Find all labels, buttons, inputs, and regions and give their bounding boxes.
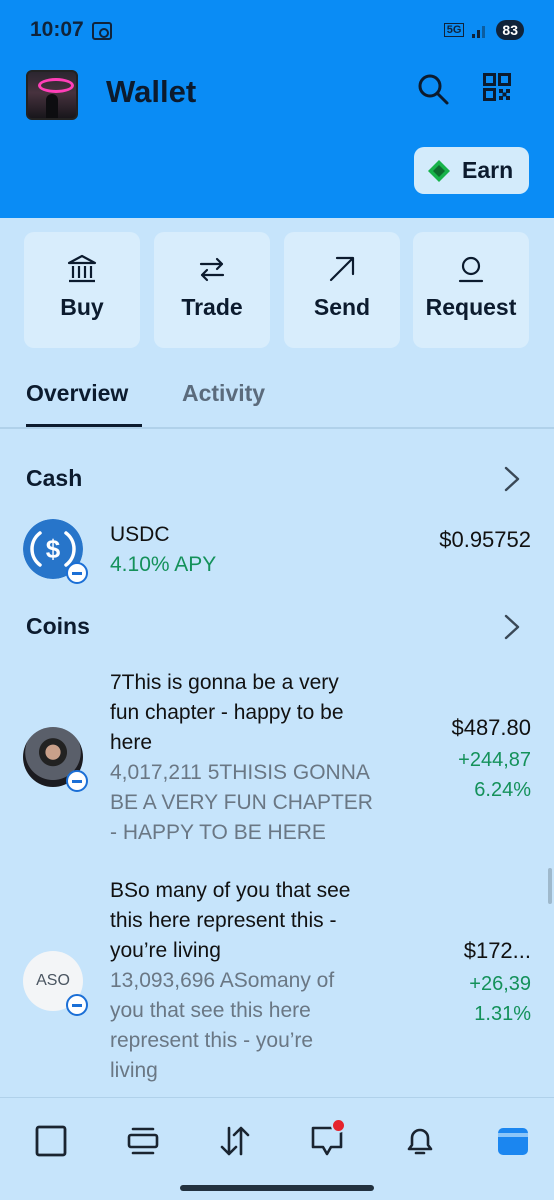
coin-subtitle-line: 4,017,211 5THISIS GONNA: [110, 761, 370, 784]
network-type-label: 5G: [443, 23, 465, 37]
coin-change: +26,39 1.31%: [469, 969, 531, 1029]
earn-diamond-icon: [428, 159, 450, 182]
coin-subtitle: 13,093,696 ASomany of you that see this …: [110, 966, 405, 1086]
coin-change-amount: +26,39: [469, 973, 531, 995]
notification-dot: [331, 1118, 346, 1133]
trade-button[interactable]: Trade: [154, 232, 270, 348]
coin-name: BSo many of you that see this here repre…: [110, 876, 405, 966]
usdc-minus-badge-icon: [66, 562, 88, 584]
header: 10:07 5G 83 Wallet Earn: [0, 0, 554, 218]
person-icon: [458, 256, 484, 283]
coin-name: 7This is gonna be a very fun chapter - h…: [110, 668, 405, 758]
qr-code-icon[interactable]: [483, 73, 511, 101]
coin-change-amount: +244,87: [458, 749, 531, 771]
buy-button[interactable]: Buy: [24, 232, 140, 348]
coin-price: $487.80: [451, 715, 531, 740]
coin-subtitle: 4,017,211 5THISIS GONNA BE A VERY FUN CH…: [110, 758, 405, 848]
status-right: 5G 83: [443, 20, 524, 40]
status-bar: 10:07 5G 83: [0, 0, 554, 62]
coin-subtitle-line: living: [110, 1059, 158, 1082]
buy-label: Buy: [60, 294, 104, 320]
feed-icon[interactable]: [126, 1124, 160, 1158]
tab-divider: [0, 427, 554, 429]
cash-chevron-right-icon[interactable]: [502, 466, 522, 492]
status-time: 10:07: [30, 18, 84, 41]
coin-name-line: you’re living: [110, 939, 221, 962]
coin-change-percent: 1.31%: [474, 1003, 531, 1025]
usdc-value: $0.95752: [439, 527, 531, 552]
coin-subtitle-line: BE A VERY FUN CHAPTER: [110, 791, 373, 814]
coins-chevron-right-icon[interactable]: [502, 614, 522, 640]
coin-change-percent: 6.24%: [474, 779, 531, 801]
request-button[interactable]: Request: [413, 232, 529, 348]
coin-subtitle-line: represent this - you’re: [110, 1029, 314, 1052]
bell-icon[interactable]: [403, 1124, 437, 1158]
signal-icon: [472, 22, 488, 38]
coin-subtitle-line: - HAPPY TO BE HERE: [110, 821, 326, 844]
screen-record-icon: [92, 22, 112, 40]
coin-subtitle-line: you that see this here: [110, 999, 311, 1022]
coins-section-title: Coins: [26, 613, 90, 639]
svg-text:$: $: [46, 534, 61, 564]
trade-label: Trade: [181, 294, 243, 320]
earn-button[interactable]: Earn: [414, 147, 529, 194]
coin-change: +244,87 6.24%: [458, 745, 531, 805]
tab-overview[interactable]: Overview: [26, 380, 128, 407]
coin-name-line: fun chapter - happy to be: [110, 701, 344, 724]
coin-name-line: 7This is gonna be a very: [110, 671, 339, 694]
home-indicator[interactable]: [180, 1185, 374, 1191]
wallet-icon[interactable]: [496, 1124, 530, 1158]
coin-minus-badge-icon: [66, 770, 88, 792]
tab-activity[interactable]: Activity: [182, 380, 265, 407]
bank-icon: [67, 254, 97, 283]
profile-avatar[interactable]: [26, 70, 78, 120]
arrow-up-right-icon: [329, 256, 355, 282]
send-label: Send: [313, 294, 371, 320]
request-label: Request: [425, 294, 517, 320]
cash-section-title: Cash: [26, 465, 83, 491]
coin-name-line: here: [110, 731, 153, 754]
search-icon[interactable]: [416, 72, 450, 106]
scrollbar[interactable]: [548, 868, 552, 904]
aso-minus-badge-icon: [66, 994, 88, 1016]
usdc-apy: 4.10% APY: [110, 553, 217, 576]
swap-arrows-icon: [199, 257, 225, 282]
coin-subtitle-line: 13,093,696 ASomany of: [110, 969, 335, 992]
page-title: Wallet: [106, 74, 197, 109]
send-button[interactable]: Send: [284, 232, 400, 348]
coin-name-line: BSo many of you that see: [110, 879, 351, 902]
coin-name-line: this here represent this -: [110, 909, 337, 932]
home-square-icon[interactable]: [34, 1124, 68, 1158]
trade-arrows-icon[interactable]: [218, 1124, 252, 1158]
coin-price: $172...: [463, 938, 531, 963]
usdc-name: USDC: [110, 523, 170, 546]
battery-level: 83: [496, 20, 524, 40]
earn-label: Earn: [462, 157, 514, 183]
